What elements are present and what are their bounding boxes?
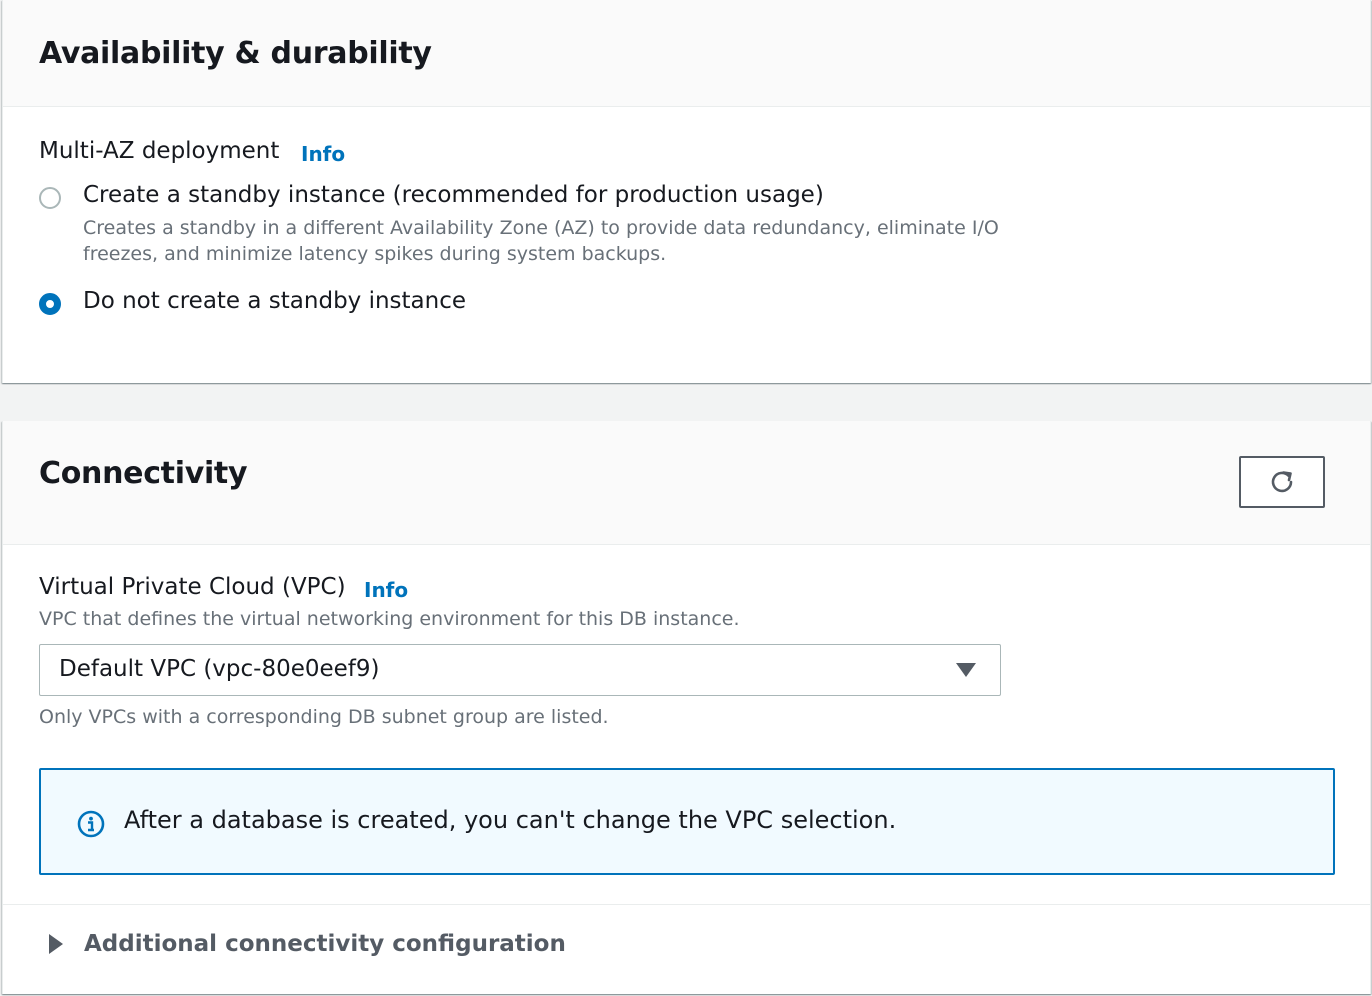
alert-text: After a database is created, you can't c… [124,806,897,834]
radio-create-standby-label[interactable]: Create a standby instance (recommended f… [83,182,824,208]
connectivity-panel-header: Connectivity [3,421,1370,545]
multi-az-info-link[interactable]: Info [301,142,345,166]
caret-right-icon [49,934,63,954]
refresh-icon [1271,471,1293,493]
radio-no-standby[interactable] [39,293,61,315]
availability-panel: Availability & durability Multi-AZ deplo… [2,0,1371,383]
refresh-button[interactable] [1239,456,1325,508]
vpc-info-link[interactable]: Info [364,578,408,602]
availability-panel-title: Availability & durability [39,36,432,71]
connectivity-panel-title: Connectivity [39,456,248,491]
vpc-select-value: Default VPC (vpc-80e0eef9) [59,656,380,682]
additional-connectivity-label: Additional connectivity configuration [84,931,566,957]
radio-create-standby[interactable] [39,187,61,209]
additional-connectivity-toggle[interactable]: Additional connectivity configuration [49,931,566,957]
vpc-select[interactable]: Default VPC (vpc-80e0eef9) [39,644,1001,696]
caret-down-icon [956,663,976,677]
radio-no-standby-label[interactable]: Do not create a standby instance [83,288,466,314]
vpc-info-alert: After a database is created, you can't c… [39,768,1335,875]
connectivity-panel: Connectivity Virtual Private Cloud (VPC)… [2,421,1371,994]
info-circle-icon [77,810,105,838]
section-divider [3,904,1370,905]
multi-az-label: Multi-AZ deployment [39,138,280,164]
vpc-description: VPC that defines the virtual networking … [39,608,740,630]
radio-create-standby-description: Creates a standby in a different Availab… [83,217,999,265]
vpc-hint: Only VPCs with a corresponding DB subnet… [39,706,609,728]
vpc-label: Virtual Private Cloud (VPC) [39,574,346,600]
availability-panel-header: Availability & durability [3,0,1370,107]
